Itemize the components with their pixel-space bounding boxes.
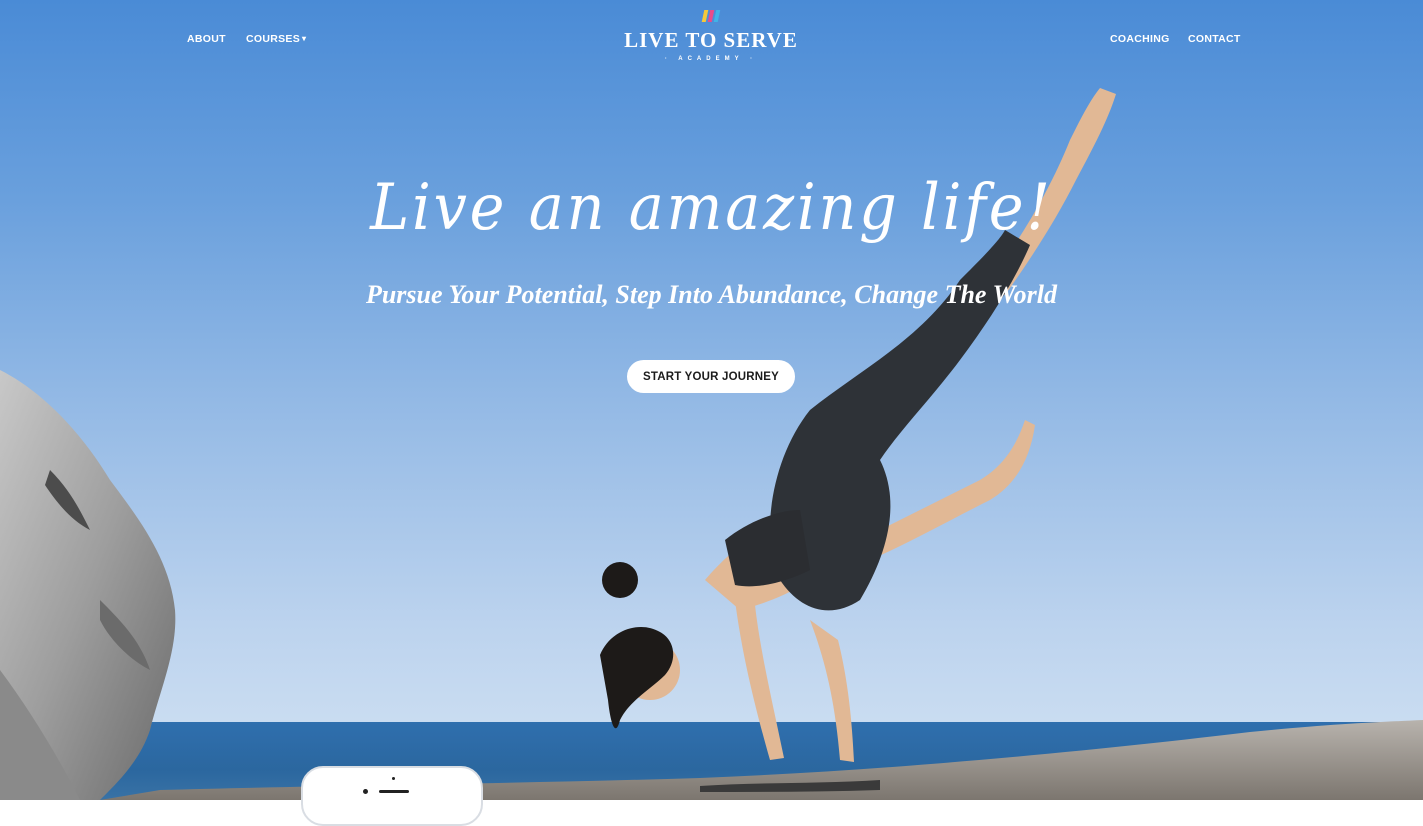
nav-courses-label: COURSES [246, 33, 301, 45]
logo-subtitle: · ACADEMY · [664, 56, 758, 62]
hero-tagline: Pursue Your Potential, Step Into Abundan… [365, 280, 1058, 309]
nav-coaching-link[interactable]: COACHING [1110, 33, 1170, 45]
nav-courses-link[interactable]: COURSES ▾ [246, 33, 306, 45]
top-nav: ABOUT COURSES ▾ COACHING CONTACT LIVE TO … [0, 0, 1423, 80]
phone-device-icon [301, 766, 483, 826]
nav-about-link[interactable]: ABOUT [187, 33, 226, 45]
logo-title: LIVE TO SERVE [624, 28, 798, 52]
hero-section [0, 0, 1423, 800]
nav-contact-link[interactable]: CONTACT [1188, 33, 1241, 45]
hero-headline: Live an amazing life! [370, 170, 1053, 245]
site-logo[interactable]: LIVE TO SERVE · ACADEMY · [611, 8, 811, 62]
caret-down-icon: ▾ [302, 34, 307, 43]
phone-sensor-icon [363, 789, 368, 794]
phone-speaker-icon [379, 790, 409, 793]
start-journey-button[interactable]: START YOUR JOURNEY [627, 360, 795, 393]
logo-mark-icon [701, 8, 721, 22]
phone-camera-icon [392, 777, 395, 780]
